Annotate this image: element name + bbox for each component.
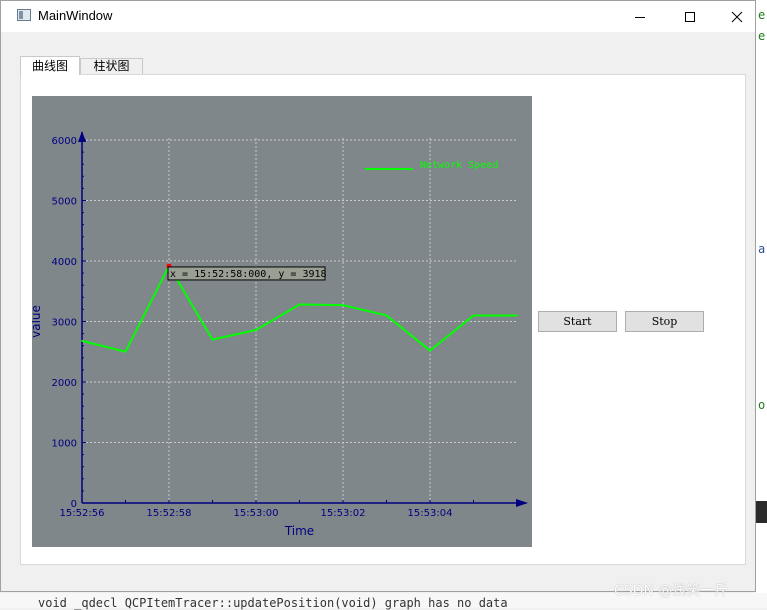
x-tick-label: 15:53:02 <box>321 508 366 519</box>
x-axis-arrow <box>516 499 528 507</box>
window-title: MainWindow <box>38 8 113 23</box>
y-tick-label: 5000 <box>52 197 77 208</box>
tracer-label: x = 15:52:58:000, y = 3918 <box>170 269 327 280</box>
minimize-icon <box>635 16 645 18</box>
main-window: MainWindow 曲线图 柱状图 0 1000 2000 3000 4000 5000… <box>0 0 756 592</box>
series-point <box>255 329 257 331</box>
y-tick-label: 1000 <box>52 439 77 450</box>
y-axis-label: value <box>32 305 43 338</box>
csdn-watermark: CSDN @浅笑一斤 <box>614 583 729 599</box>
series-point <box>342 304 344 306</box>
series-point <box>211 338 214 341</box>
maximize-button[interactable] <box>667 1 713 32</box>
y-tick-label: 3000 <box>52 318 77 329</box>
tab-line-chart[interactable]: 曲线图 <box>20 56 80 75</box>
background-text-fragment: o <box>758 398 766 412</box>
series-point <box>385 314 388 317</box>
app-window-icon <box>17 9 31 21</box>
series-point <box>124 350 127 353</box>
close-button[interactable] <box>714 1 760 32</box>
y-tick-label: 2000 <box>52 378 77 389</box>
maximize-icon <box>685 11 695 22</box>
minimize-button[interactable] <box>617 1 663 32</box>
series-point <box>429 349 431 352</box>
series-point <box>516 314 518 317</box>
background-text-fragment: a <box>758 242 766 256</box>
line-chart[interactable]: 010002000300040005000600015:52:56 15:52:5… <box>32 96 532 547</box>
title-bar: MainWindow <box>1 1 755 32</box>
plot-area[interactable]: 0 1000 2000 3000 4000 5000 6000 15:52:56 15:52:5… <box>32 96 532 547</box>
close-icon <box>731 11 743 22</box>
x-tick-label: 15:53:00 <box>234 508 279 519</box>
x-tick-label: 15:53:04 <box>408 508 453 519</box>
start-button[interactable]: Start <box>538 311 617 332</box>
x-axis-label: Time <box>284 524 314 538</box>
y-tick-label: 6000 <box>52 136 77 147</box>
x-tick-label: 15:52:56 <box>60 508 105 519</box>
stop-button[interactable]: Stop <box>625 311 704 332</box>
background-dark-block <box>755 501 767 523</box>
series-point <box>298 303 301 306</box>
series-point <box>81 340 83 342</box>
x-tick-label: 15:52:58 <box>147 508 192 519</box>
tab-bar-chart[interactable]: 柱状图 <box>80 58 143 74</box>
y-tick-label: 4000 <box>52 257 77 268</box>
series-point <box>472 314 475 317</box>
legend-label: Network Speed <box>420 160 498 171</box>
